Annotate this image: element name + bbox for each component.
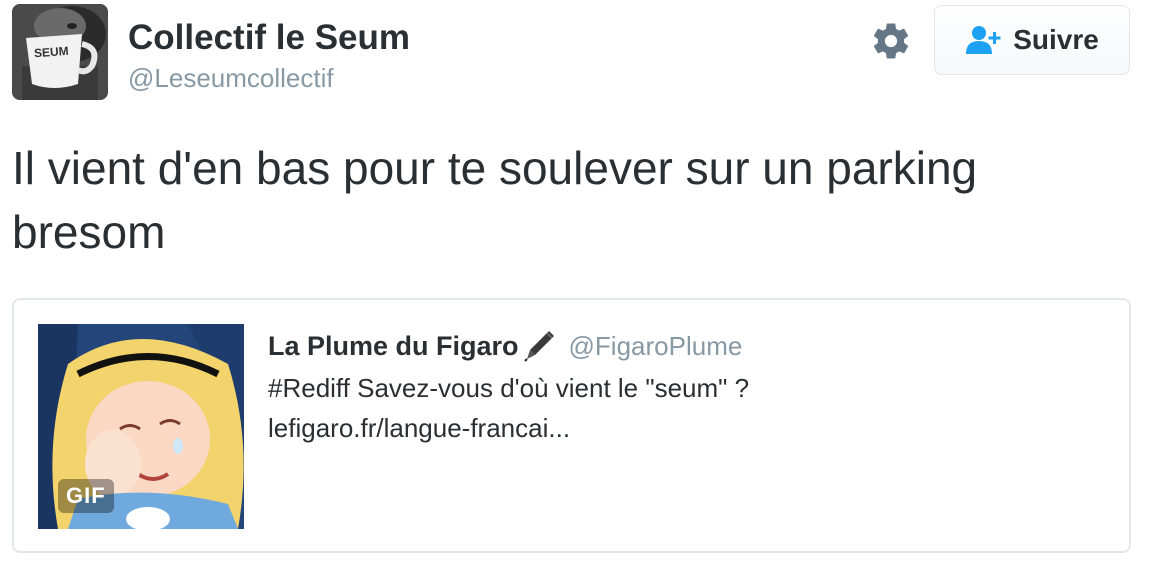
pen-icon bbox=[521, 328, 557, 364]
avatar-mug-text: SEUM bbox=[34, 44, 70, 60]
add-user-icon bbox=[966, 26, 1001, 54]
quoted-tweet-text-line1: #Rediff Savez-vous d'où vient le "seum" … bbox=[268, 373, 750, 403]
avatar[interactable]: SEUM bbox=[12, 4, 108, 100]
gear-icon[interactable] bbox=[870, 20, 912, 62]
follow-button-label: Suivre bbox=[1013, 24, 1099, 55]
quoted-tweet-handle: @FigaroPlume bbox=[568, 330, 743, 361]
quoted-tweet-display-name: La Plume du Figaro bbox=[268, 330, 519, 361]
author-display-name[interactable]: Collectif le Seum bbox=[128, 18, 410, 58]
quoted-tweet-text: #Rediff Savez-vous d'où vient le "seum" … bbox=[268, 368, 1108, 448]
tweet-text: Il vient d'en bas pour te soulever sur u… bbox=[12, 142, 978, 258]
quoted-tweet-card[interactable]: GIF La Plume du Figaro @FigaroPlume #Red… bbox=[12, 298, 1131, 553]
quoted-tweet-link[interactable]: lefigaro.fr/langue-francai... bbox=[268, 408, 1108, 448]
mug-avatar-image: SEUM bbox=[12, 4, 108, 100]
quoted-tweet-gif[interactable]: GIF bbox=[38, 324, 244, 529]
gif-badge: GIF bbox=[58, 479, 114, 513]
quoted-tweet-header: La Plume du Figaro @FigaroPlume bbox=[268, 328, 742, 364]
author-handle[interactable]: @Leseumcollectif bbox=[128, 63, 334, 94]
follow-button[interactable]: Suivre bbox=[934, 5, 1130, 75]
